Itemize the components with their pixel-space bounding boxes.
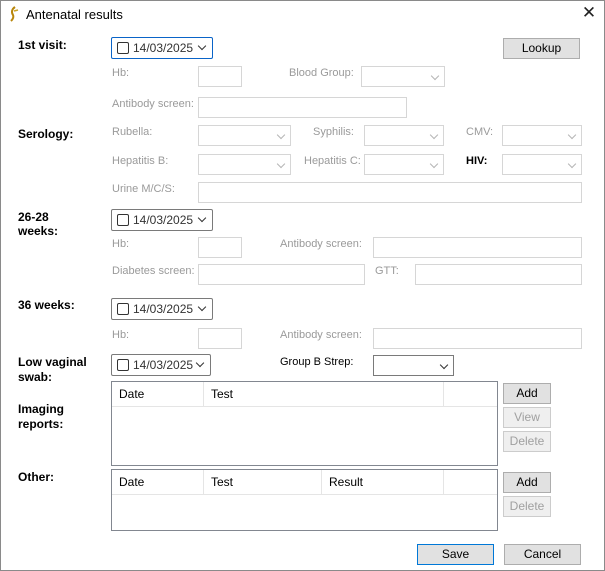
other-add-button[interactable]: Add: [503, 472, 551, 493]
first-visit-label: 1st visit:: [18, 38, 67, 52]
hepatitis-c-label: Hepatitis C:: [304, 155, 361, 167]
weeks-26-28-label-line2: weeks:: [18, 224, 59, 238]
gtt-label: GTT:: [375, 265, 399, 277]
other-list[interactable]: Date Test Result: [111, 469, 498, 531]
save-button[interactable]: Save: [417, 544, 494, 565]
hiv-dropdown[interactable]: [502, 154, 582, 175]
weeks-26-28-date-value: 14/03/2025: [133, 213, 194, 227]
first-visit-hb-field[interactable]: [198, 66, 242, 87]
diabetes-screen-field[interactable]: [198, 264, 365, 285]
other-delete-button[interactable]: Delete: [503, 496, 551, 517]
weeks-36-antibody-label: Antibody screen:: [280, 329, 362, 341]
low-vaginal-date-value: 14/03/2025: [133, 358, 194, 372]
weeks-36-hb-field[interactable]: [198, 328, 242, 349]
imaging-delete-button[interactable]: Delete: [503, 431, 551, 452]
gtt-field[interactable]: [415, 264, 582, 285]
other-label: Other:: [18, 470, 54, 484]
first-visit-date-checkbox[interactable]: [117, 42, 129, 54]
chevron-down-icon: [197, 41, 207, 51]
low-vaginal-date-picker[interactable]: 14/03/2025: [111, 354, 211, 376]
rubella-label: Rubella:: [112, 126, 153, 138]
group-b-strep-label: Group B Strep:: [280, 356, 354, 368]
close-icon[interactable]: ✕: [581, 4, 597, 22]
blood-group-dropdown[interactable]: [361, 66, 445, 87]
imaging-label-line1: Imaging: [18, 402, 65, 416]
other-col-test[interactable]: Test: [204, 470, 322, 495]
imaging-reports-list[interactable]: Date Test: [111, 381, 498, 466]
app-logo-icon: [10, 6, 19, 22]
window-title: Antenatal results: [26, 7, 123, 22]
weeks-26-28-hb-field[interactable]: [198, 237, 242, 258]
group-b-strep-dropdown[interactable]: [373, 355, 454, 376]
weeks-26-28-date-checkbox[interactable]: [117, 214, 129, 226]
imaging-label-line2: reports:: [18, 417, 64, 431]
hepatitis-b-dropdown[interactable]: [198, 154, 291, 175]
weeks-26-28-antibody-field[interactable]: [373, 237, 582, 258]
other-col-result[interactable]: Result: [322, 470, 444, 495]
cmv-dropdown[interactable]: [502, 125, 582, 146]
weeks-26-28-label-line1: 26-28: [18, 210, 49, 224]
chevron-down-icon: [195, 358, 205, 368]
hiv-label: HIV:: [466, 155, 488, 167]
weeks-36-date-picker[interactable]: 14/03/2025: [111, 298, 213, 320]
urine-label: Urine M/C/S:: [112, 183, 175, 195]
weeks-36-hb-label: Hb:: [112, 329, 130, 341]
cmv-label: CMV:: [466, 126, 494, 138]
imaging-col-date[interactable]: Date: [112, 382, 204, 407]
weeks-26-28-antibody-label: Antibody screen:: [280, 238, 362, 250]
imaging-col-extra: [444, 382, 451, 407]
syphilis-dropdown[interactable]: [364, 125, 444, 146]
first-visit-date-picker[interactable]: 14/03/2025: [111, 37, 213, 59]
weeks-26-28-hb-label: Hb:: [112, 238, 130, 250]
imaging-view-button[interactable]: View: [503, 407, 551, 428]
other-col-extra: [444, 470, 451, 495]
imaging-list-header: Date Test: [112, 382, 497, 407]
chevron-down-icon: [197, 213, 207, 223]
antenatal-results-window: Antenatal results ✕ 1st visit: 14/03/202…: [0, 0, 605, 571]
low-vaginal-label-line1: Low vaginal: [18, 355, 87, 369]
weeks-36-label: 36 weeks:: [18, 298, 75, 312]
imaging-add-button[interactable]: Add: [503, 383, 551, 404]
first-visit-antibody-label: Antibody screen:: [112, 98, 194, 110]
urine-field[interactable]: [198, 182, 582, 203]
first-visit-date-value: 14/03/2025: [133, 41, 194, 55]
lookup-button[interactable]: Lookup: [503, 38, 580, 59]
other-list-header: Date Test Result: [112, 470, 497, 495]
imaging-col-test[interactable]: Test: [204, 382, 444, 407]
diabetes-screen-label: Diabetes screen:: [112, 265, 195, 277]
hepatitis-c-dropdown[interactable]: [364, 154, 444, 175]
weeks-26-28-date-picker[interactable]: 14/03/2025: [111, 209, 213, 231]
weeks-36-antibody-field[interactable]: [373, 328, 582, 349]
blood-group-label: Blood Group:: [289, 67, 354, 79]
other-col-date[interactable]: Date: [112, 470, 204, 495]
first-visit-hb-label: Hb:: [112, 67, 130, 79]
cancel-button[interactable]: Cancel: [504, 544, 581, 565]
low-vaginal-label-line2: swab:: [18, 370, 53, 384]
low-vaginal-date-checkbox[interactable]: [117, 359, 129, 371]
rubella-dropdown[interactable]: [198, 125, 291, 146]
hepatitis-b-label: Hepatitis B:: [112, 155, 169, 167]
weeks-36-date-checkbox[interactable]: [117, 303, 129, 315]
syphilis-label: Syphilis:: [313, 126, 354, 138]
serology-label: Serology:: [18, 127, 74, 141]
title-bar: Antenatal results ✕: [1, 1, 604, 28]
first-visit-antibody-field[interactable]: [198, 97, 407, 118]
weeks-36-date-value: 14/03/2025: [133, 302, 194, 316]
chevron-down-icon: [197, 302, 207, 312]
